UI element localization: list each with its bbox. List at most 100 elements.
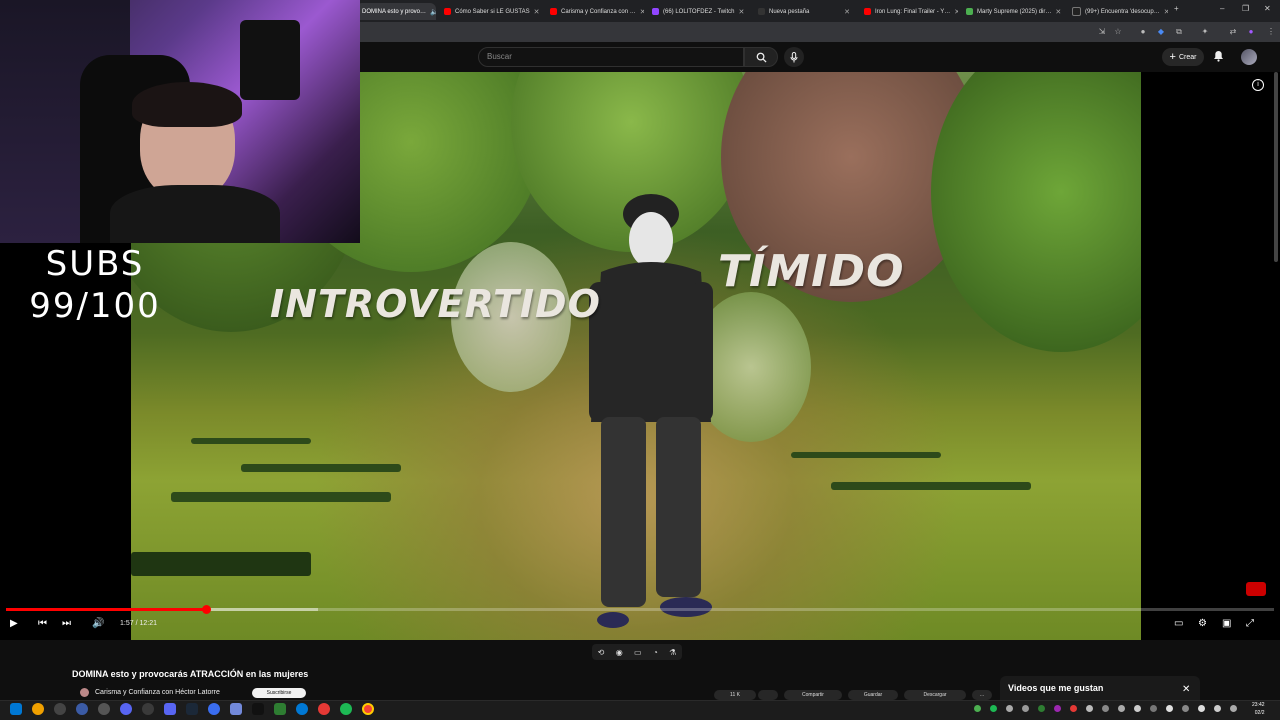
steam-icon[interactable] xyxy=(186,703,198,715)
search-input[interactable]: Buscar xyxy=(478,47,744,67)
puzzle-icon[interactable]: ⧉ xyxy=(1174,27,1184,37)
tray-icon[interactable] xyxy=(990,705,997,712)
tab-encuentra[interactable]: (99+) Encuentra 'desocup… ✕ xyxy=(1066,3,1168,20)
battery-icon[interactable] xyxy=(1230,705,1237,712)
profile-icon[interactable]: ● xyxy=(1246,27,1256,37)
search-icon[interactable] xyxy=(32,703,44,715)
app-icon[interactable] xyxy=(54,703,66,715)
app-icon[interactable] xyxy=(120,703,132,715)
tab-marty-supreme[interactable]: Marty Supreme (2025) dir… ✕ xyxy=(960,3,1064,20)
minimize-button[interactable]: – xyxy=(1220,4,1224,13)
extension-icon[interactable]: ◆ xyxy=(1156,27,1166,37)
close-tab-icon[interactable]: ✕ xyxy=(738,8,744,16)
tray-icon[interactable] xyxy=(1038,705,1045,712)
app-icon[interactable] xyxy=(318,703,330,715)
close-tab-icon[interactable]: ✕ xyxy=(1055,8,1061,16)
like-button[interactable]: 11 K xyxy=(714,690,756,700)
share-button[interactable]: Compartir xyxy=(784,690,842,700)
tray-icon[interactable] xyxy=(1006,705,1013,712)
pip-icon[interactable]: ▭ xyxy=(634,648,642,657)
tab-new-tab[interactable]: Nueva pestaña ✕ xyxy=(752,3,856,20)
create-button[interactable]: + Crear xyxy=(1162,48,1204,66)
tray-icon[interactable] xyxy=(1134,705,1141,712)
subtitles-icon[interactable]: ▭ xyxy=(1174,618,1183,629)
app-icon[interactable] xyxy=(208,703,220,715)
tray-icon[interactable] xyxy=(1070,705,1077,712)
download-button[interactable]: Descargar xyxy=(904,690,966,700)
theater-mode-icon[interactable]: ▣ xyxy=(1222,618,1231,629)
clock[interactable]: 23:42 02/2 xyxy=(1252,701,1265,717)
tray-icon[interactable] xyxy=(1022,705,1029,712)
scrubber-handle[interactable] xyxy=(202,605,211,614)
search-button[interactable] xyxy=(744,47,778,67)
tray-icon[interactable] xyxy=(1118,705,1125,712)
account-avatar[interactable] xyxy=(1241,49,1257,65)
tab-iron-lung[interactable]: Iron Lung: Final Trailer - Y… ✕ xyxy=(858,3,958,20)
tab-como-saber[interactable]: Cómo Saber si LE GUSTAS ✕ xyxy=(438,3,542,20)
liked-videos-title[interactable]: Videos que me gustan xyxy=(1008,683,1103,693)
wifi-icon[interactable] xyxy=(1198,705,1205,712)
settings-gear-icon[interactable]: ⚙ xyxy=(1198,618,1207,629)
volume-tray-icon[interactable] xyxy=(1214,705,1221,712)
bookmark-icon[interactable]: ✦ xyxy=(1200,27,1210,37)
tiktok-icon[interactable] xyxy=(252,703,264,715)
tray-icon[interactable] xyxy=(1086,705,1093,712)
tray-icon[interactable] xyxy=(1150,705,1157,712)
close-tab-icon[interactable]: ✕ xyxy=(954,8,958,16)
flask-icon[interactable]: ⚗ xyxy=(669,648,676,657)
tray-icon[interactable] xyxy=(1182,705,1189,712)
app-icon[interactable] xyxy=(76,703,88,715)
tab-carisma[interactable]: Carisma y Confianza con … ✕ xyxy=(544,3,644,20)
chrome-icon[interactable] xyxy=(362,703,374,715)
extension-icon[interactable]: ● xyxy=(1138,27,1148,37)
play-icon[interactable]: ▶ xyxy=(10,618,18,629)
letterboxd-favicon-icon xyxy=(966,8,973,15)
close-tab-icon[interactable]: ✕ xyxy=(1164,8,1168,16)
tray-icon[interactable] xyxy=(1054,705,1061,712)
app-icon[interactable] xyxy=(142,703,154,715)
profile-switch-icon[interactable]: ⇄ xyxy=(1228,27,1238,37)
save-button[interactable]: Guardar xyxy=(848,690,898,700)
more-actions-button[interactable]: … xyxy=(972,690,992,700)
app-icon[interactable] xyxy=(296,703,308,715)
close-tab-icon[interactable]: ✕ xyxy=(844,8,850,16)
next-icon[interactable]: ⏭ xyxy=(62,618,71,629)
new-tab-button[interactable]: + xyxy=(1174,4,1179,13)
app-icon[interactable] xyxy=(98,703,110,715)
previous-icon[interactable]: ⏮ xyxy=(38,618,47,629)
tray-icon[interactable] xyxy=(974,705,981,712)
star-icon[interactable]: ☆ xyxy=(1113,27,1123,37)
app-icon[interactable] xyxy=(274,703,286,715)
tray-icon[interactable] xyxy=(1166,705,1173,712)
maximize-button[interactable]: ❐ xyxy=(1242,4,1249,13)
tab-twitch[interactable]: (66) LOLITOFDEZ - Twitch ✕ xyxy=(646,3,750,20)
dislike-button[interactable] xyxy=(758,690,778,700)
speed-icon[interactable]: ◔ xyxy=(653,648,658,657)
subscribe-button[interactable]: Suscribirse xyxy=(252,688,306,698)
start-icon[interactable] xyxy=(10,703,22,715)
close-tab-icon[interactable]: ✕ xyxy=(640,8,644,16)
tray-icon[interactable] xyxy=(1102,705,1109,712)
loop-icon[interactable]: ⟲ xyxy=(598,648,605,657)
streamer-shirt xyxy=(110,185,280,243)
channel-name[interactable]: Carisma y Confianza con Héctor Latorre xyxy=(95,689,220,696)
menu-icon[interactable]: ⋮ xyxy=(1266,27,1276,37)
voice-search-button[interactable] xyxy=(784,47,804,67)
app-icon[interactable] xyxy=(230,703,242,715)
install-icon[interactable]: ⇲ xyxy=(1097,27,1107,37)
page-scrollbar[interactable] xyxy=(1274,72,1278,262)
close-tab-icon[interactable]: ✕ xyxy=(534,8,540,16)
discord-icon[interactable] xyxy=(164,703,176,715)
info-icon[interactable]: i xyxy=(1252,79,1264,91)
volume-icon[interactable]: 🔊 xyxy=(92,618,104,629)
fullscreen-icon[interactable]: ⤢ xyxy=(1246,618,1254,629)
audio-icon[interactable]: ◉ xyxy=(616,648,623,657)
spotify-icon[interactable] xyxy=(340,703,352,715)
close-window-button[interactable]: ✕ xyxy=(1264,4,1271,13)
bell-icon[interactable] xyxy=(1213,50,1224,65)
close-icon[interactable]: ✕ xyxy=(1182,684,1190,695)
channel-watermark-icon[interactable] xyxy=(1246,582,1266,596)
close-tab-icon[interactable]: 🔈 xyxy=(430,8,436,16)
tab-domina[interactable]: DOMINA esto y provo… 🔈 xyxy=(356,3,436,20)
channel-avatar[interactable] xyxy=(80,688,89,697)
